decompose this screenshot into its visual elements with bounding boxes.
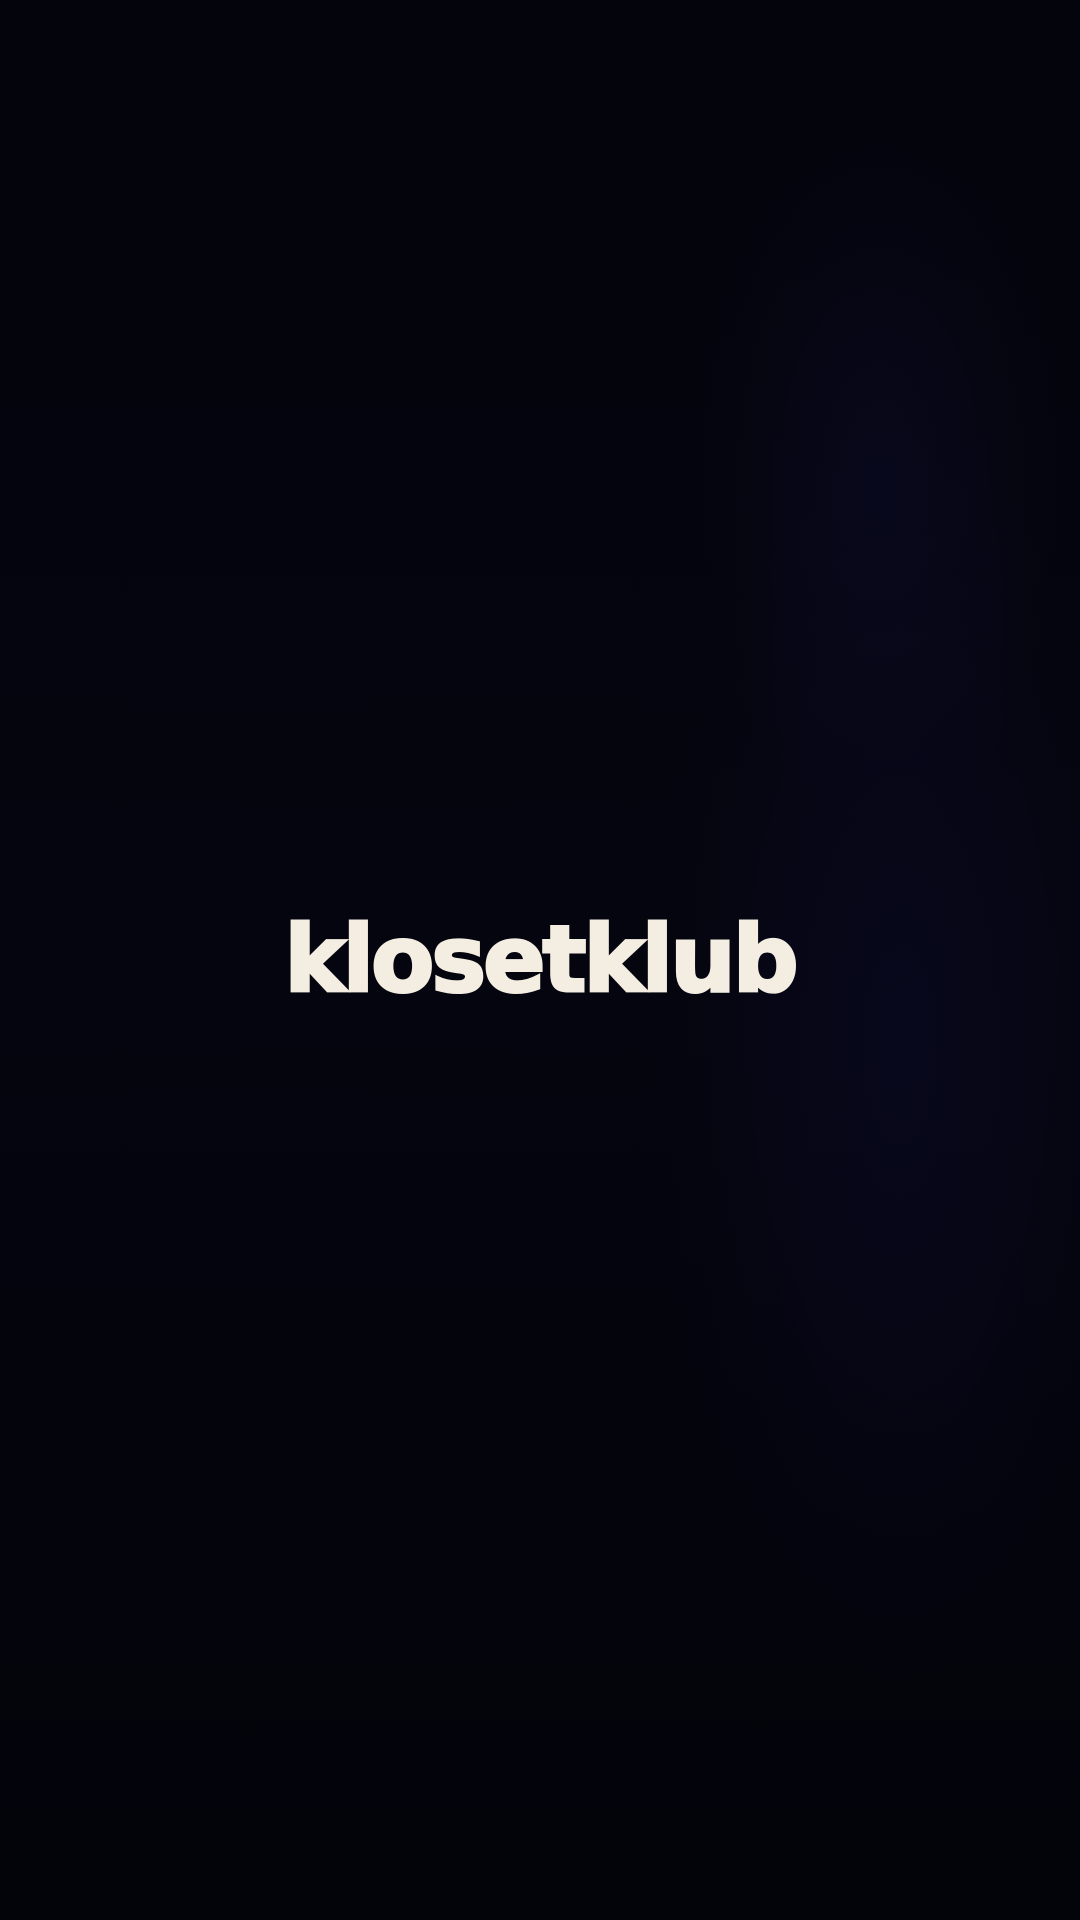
splash-screen: klosetklub xyxy=(0,0,1080,1920)
brand-logo: klosetklub xyxy=(283,906,800,1013)
logo-container: klosetklub xyxy=(0,910,1080,1010)
